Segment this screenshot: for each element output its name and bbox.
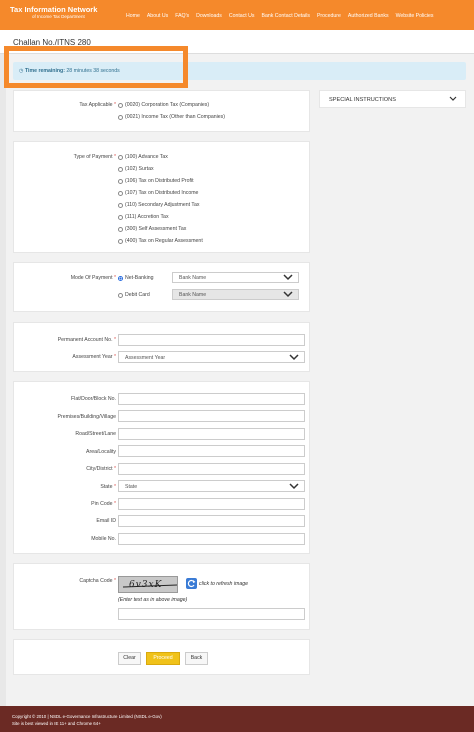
chevron-down-icon — [289, 483, 299, 490]
type-of-payment-label: Type of Payment * — [73, 154, 116, 160]
city-input[interactable] — [118, 463, 305, 475]
chevron-down-icon — [283, 274, 293, 281]
flat-input[interactable] — [118, 393, 305, 405]
payment-option-110[interactable]: (110) Secondary Adjustment Tax — [118, 202, 200, 208]
type-of-payment-panel: Type of Payment * (100) Advance Tax (102… — [13, 141, 310, 253]
net-banking-option[interactable]: Net-Banking — [118, 275, 154, 281]
state-select[interactable]: State — [118, 480, 305, 492]
bank-select-value: Bank Name — [179, 292, 207, 298]
net-banking-bank-select[interactable]: Bank Name — [172, 272, 299, 283]
assessment-year-label: Assessment Year * — [72, 354, 116, 360]
payment-option-102[interactable]: (102) Surtax — [118, 166, 154, 172]
site-header: Tax Information Network of Income Tax De… — [0, 0, 474, 30]
radio-button-selected[interactable] — [118, 275, 123, 281]
nav-downloads[interactable]: Downloads — [196, 13, 222, 19]
radio-button[interactable] — [118, 226, 123, 232]
chevron-down-icon — [449, 96, 457, 101]
captcha-image: 6v3xK — [118, 576, 178, 593]
refresh-icon[interactable] — [186, 578, 197, 589]
debit-card-bank-select[interactable]: Bank Name — [172, 289, 299, 300]
pin-input[interactable] — [118, 498, 305, 510]
site-footer: Copyright © 2010 | NSDL e-Governance Inf… — [0, 706, 474, 732]
captcha-label: Captcha Code * — [79, 578, 116, 584]
nav-contact-us[interactable]: Contact Us — [229, 13, 255, 19]
mode-of-payment-label: Mode Of Payment * — [70, 275, 116, 281]
state-label: State * — [100, 484, 116, 490]
main-nav: Home About Us FAQ's Downloads Contact Us… — [126, 13, 434, 19]
back-button[interactable]: Back — [185, 652, 208, 665]
payment-option-400[interactable]: (400) Tax on Regular Assessment — [118, 238, 203, 244]
pan-panel: Permanent Account No. * Assessment Year … — [13, 322, 310, 372]
radio-button[interactable] — [118, 190, 123, 196]
flat-label: Flat/Door/Block No. — [71, 396, 116, 402]
pin-label: Pin Code * — [91, 501, 116, 507]
radio-button[interactable] — [118, 292, 123, 298]
actions-panel: Clear Proceed Back — [13, 639, 310, 675]
email-input[interactable] — [118, 515, 305, 527]
clear-button[interactable]: Clear — [118, 652, 141, 665]
pan-label: Permanent Account No. * — [57, 337, 116, 343]
left-strip — [0, 54, 6, 706]
captcha-input[interactable] — [118, 608, 305, 620]
brand-title: Tax Information Network — [10, 5, 98, 14]
email-label: Email ID — [96, 518, 116, 524]
footer-copyright: Copyright © 2010 | NSDL e-Governance Inf… — [12, 714, 162, 719]
captcha-panel: Captcha Code * 6v3xK click to refresh im… — [13, 563, 310, 630]
area-input[interactable] — [118, 445, 305, 457]
premises-label: Premises/Building/Village — [57, 414, 116, 420]
timer-highlight-box — [4, 46, 188, 88]
radio-button[interactable] — [118, 178, 123, 184]
assessment-year-value: Assessment Year — [125, 355, 166, 361]
nav-authorized-banks[interactable]: Authorized Banks — [348, 13, 389, 19]
proceed-button[interactable]: Proceed — [146, 652, 180, 665]
captcha-hint: (Enter text as in above image) — [118, 597, 188, 603]
radio-button[interactable] — [118, 214, 123, 220]
radio-button[interactable] — [118, 238, 123, 244]
payment-option-100[interactable]: (100) Advance Tax — [118, 154, 168, 160]
premises-input[interactable] — [118, 410, 305, 422]
tax-applicable-panel: Tax Applicable * (0020) Corporation Tax … — [13, 90, 310, 132]
radio-button[interactable] — [118, 102, 123, 108]
payment-option-300[interactable]: (300) Self Assessment Tax — [118, 226, 186, 232]
radio-button[interactable] — [118, 166, 123, 172]
radio-button[interactable] — [118, 154, 123, 160]
footer-browser-note: Site is best viewed in IE 11+ and Chrome… — [12, 721, 101, 726]
mobile-input[interactable] — [118, 533, 305, 545]
mobile-label: Mobile No. — [91, 536, 116, 542]
special-instructions-panel[interactable]: SPECIAL INSTRUCTIONS — [319, 90, 466, 108]
nav-faqs[interactable]: FAQ's — [175, 13, 189, 19]
captcha-noise-lines — [122, 584, 178, 588]
nav-bank-contact-details[interactable]: Bank Contact Details — [262, 13, 310, 19]
debit-card-option[interactable]: Debit Card — [118, 292, 150, 298]
radio-button[interactable] — [118, 114, 123, 120]
state-value: State — [125, 484, 138, 490]
address-panel: Flat/Door/Block No. Premises/Building/Vi… — [13, 381, 310, 554]
chevron-down-icon — [283, 291, 293, 298]
nav-home[interactable]: Home — [126, 13, 140, 19]
mode-of-payment-panel: Mode Of Payment * Net-Banking Bank Name … — [13, 262, 310, 312]
nav-about-us[interactable]: About Us — [147, 13, 168, 19]
road-input[interactable] — [118, 428, 305, 440]
pan-input[interactable] — [118, 334, 305, 346]
payment-option-106[interactable]: (106) Tax on Distributed Profit — [118, 178, 194, 184]
chevron-down-icon — [289, 354, 299, 361]
nav-procedure[interactable]: Procedure — [317, 13, 341, 19]
refresh-captcha-link[interactable]: click to refresh image — [199, 581, 248, 587]
brand-subtitle: of Income Tax Department — [32, 14, 85, 19]
nav-website-policies[interactable]: Website Policies — [396, 13, 434, 19]
area-label: Area/Locality — [86, 449, 116, 455]
tax-applicable-label: Tax Applicable * — [79, 102, 116, 108]
assessment-year-select[interactable]: Assessment Year — [118, 351, 305, 363]
tax-option-0021[interactable]: (0021) Income Tax (Other than Companies) — [118, 114, 225, 120]
special-instructions-title: SPECIAL INSTRUCTIONS — [329, 97, 396, 103]
road-label: Road/Street/Lane — [75, 431, 116, 437]
payment-option-111[interactable]: (111) Accretion Tax — [118, 214, 169, 220]
tax-option-0020[interactable]: (0020) Corporation Tax (Companies) — [118, 102, 209, 108]
site-logo[interactable]: Tax Information Network of Income Tax De… — [10, 5, 97, 20]
city-label: City/District * — [86, 466, 116, 472]
radio-button[interactable] — [118, 202, 123, 208]
bank-select-value: Bank Name — [179, 275, 207, 281]
payment-option-107[interactable]: (107) Tax on Distributed Income — [118, 190, 198, 196]
